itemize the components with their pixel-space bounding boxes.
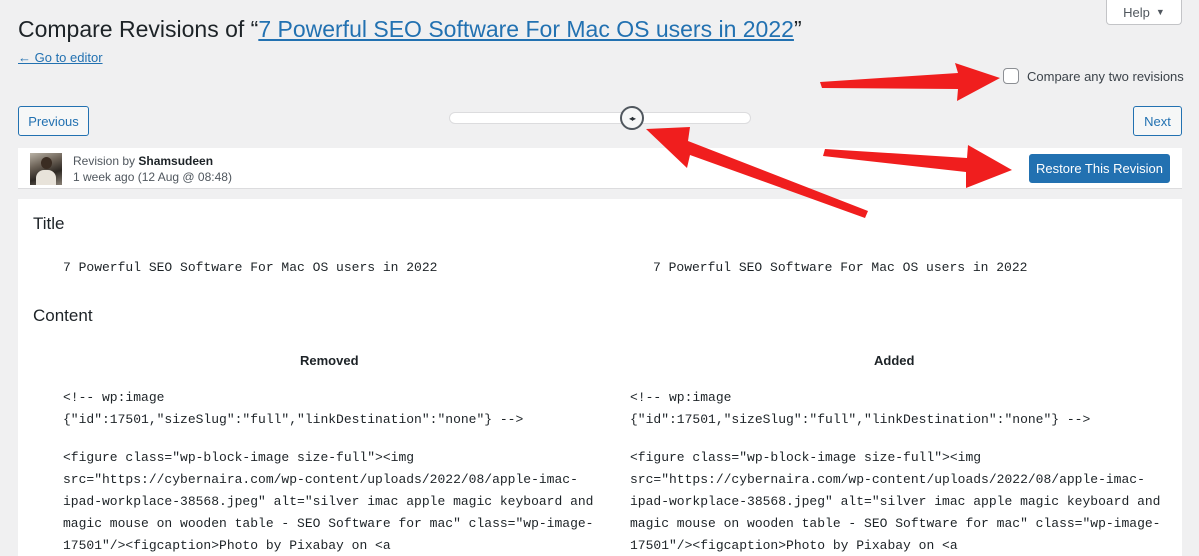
revision-author: Shamsudeen xyxy=(138,154,214,168)
added-column-header: Added xyxy=(874,353,915,368)
title-suffix: ” xyxy=(793,16,802,42)
title-right-value: 7 Powerful SEO Software For Mac OS users… xyxy=(653,260,1028,275)
title-section-heading: Title xyxy=(33,214,65,233)
help-label: Help xyxy=(1123,4,1150,20)
title-prefix: Compare Revisions of “ xyxy=(18,16,259,42)
content-section-heading: Content xyxy=(33,306,93,325)
revision-date: 1 week ago (12 Aug @ 08:48) xyxy=(73,170,232,184)
revision-slider-track[interactable] xyxy=(449,112,751,124)
added-block-2: <figure class="wp-block-image size-full"… xyxy=(630,450,1161,553)
post-title-link[interactable]: 7 Powerful SEO Software For Mac OS users… xyxy=(258,16,794,42)
avatar xyxy=(30,153,62,185)
removed-column-header: Removed xyxy=(300,353,359,368)
restore-revision-button[interactable]: Restore This Revision xyxy=(1029,154,1170,183)
slider-handle[interactable]: ◂▸ xyxy=(620,106,644,130)
revision-meta-bar: Revision by Shamsudeen 1 week ago (12 Au… xyxy=(18,148,1182,189)
next-button[interactable]: Next xyxy=(1133,106,1182,136)
added-block-1: <!-- wp:image {"id":17501,"sizeSlug":"fu… xyxy=(630,390,1091,427)
removed-block-1: <!-- wp:image {"id":17501,"sizeSlug":"fu… xyxy=(63,390,524,427)
help-tab-button[interactable]: Help ▼ xyxy=(1106,0,1182,25)
caret-down-icon: ▼ xyxy=(1155,7,1165,17)
diff-panel: Title 7 Powerful SEO Software For Mac OS… xyxy=(18,199,1182,556)
left-right-arrows-icon: ◂▸ xyxy=(628,113,636,123)
compare-label: Compare any two revisions xyxy=(1027,68,1184,84)
arrow-to-compare-checkbox xyxy=(820,63,1000,101)
compare-any-two-toggle[interactable]: Compare any two revisions xyxy=(1003,68,1184,84)
revision-author-line: Revision by Shamsudeen xyxy=(73,154,214,168)
page-title: Compare Revisions of “7 Powerful SEO Sof… xyxy=(18,16,802,43)
compare-checkbox[interactable] xyxy=(1003,68,1019,84)
previous-button[interactable]: Previous xyxy=(18,106,89,136)
go-to-editor-link[interactable]: ← Go to editor xyxy=(18,50,103,65)
removed-block-2: <figure class="wp-block-image size-full"… xyxy=(63,450,594,553)
title-left-value: 7 Powerful SEO Software For Mac OS users… xyxy=(63,260,438,275)
